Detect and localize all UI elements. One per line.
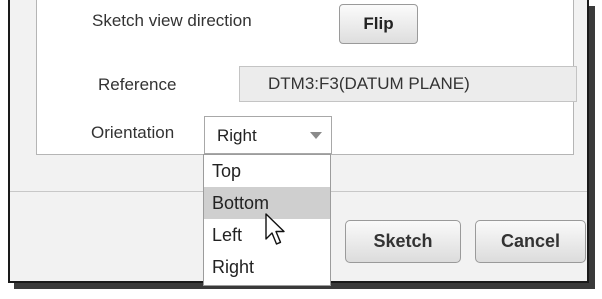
chevron-down-icon [310,131,322,139]
flip-button[interactable]: Flip [339,4,418,44]
dropdown-option-top[interactable]: Top [204,155,330,187]
cancel-button[interactable]: Cancel [475,220,586,263]
dropdown-arrow-button[interactable] [301,117,331,153]
orientation-selected-value: Right [217,126,257,145]
mouse-pointer-icon [265,213,285,245]
reference-value: DTM3:F3(DATUM PLANE) [268,74,470,93]
reference-label: Reference [98,75,177,94]
orientation-select[interactable]: Right [204,116,332,154]
sketch-button[interactable]: Sketch [345,220,461,263]
sketch-view-direction-label: Sketch view direction [92,11,252,30]
dropdown-option-right[interactable]: Right [204,251,330,283]
reference-field[interactable]: DTM3:F3(DATUM PLANE) [239,66,577,102]
orientation-label: Orientation [91,123,175,142]
